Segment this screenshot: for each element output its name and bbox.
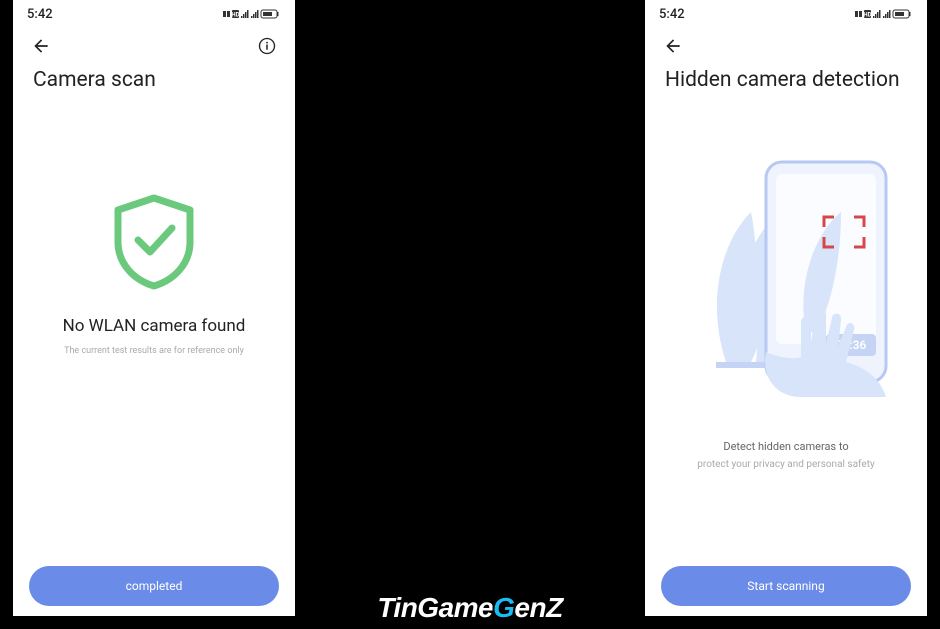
watermark-part2: G <box>493 592 514 623</box>
watermark-part3: enZ <box>514 592 562 623</box>
info-button[interactable] <box>253 32 281 60</box>
status-time: 5:42 <box>27 7 53 22</box>
watermark-part1: TinGame <box>377 592 493 623</box>
content-area: No WLAN camera found The current test re… <box>13 92 295 556</box>
nav-bar <box>645 28 927 64</box>
result-subtitle: The current test results are for referen… <box>64 346 244 356</box>
phone-screen-left: 5:42 HD <box>13 0 295 616</box>
svg-text:HD: HD <box>231 12 239 19</box>
svg-text:HD: HD <box>863 12 871 19</box>
shield-check-icon <box>108 192 200 296</box>
status-bar: 5:42 HD <box>645 0 927 28</box>
button-label: completed <box>126 579 183 593</box>
back-button[interactable] <box>659 32 687 60</box>
status-time: 5:42 <box>659 7 685 22</box>
content-area: 02:36 Detect hidden cameras to protect y… <box>645 92 927 556</box>
completed-button[interactable]: completed <box>29 566 279 606</box>
description-line-2: protect your privacy and personal safety <box>697 459 874 470</box>
info-icon <box>258 37 276 55</box>
description-line-1: Detect hidden cameras to <box>723 440 848 453</box>
status-bar: 5:42 HD <box>13 0 295 28</box>
arrow-left-icon <box>31 36 51 56</box>
start-scanning-button[interactable]: Start scanning <box>661 566 911 606</box>
result-title: No WLAN camera found <box>63 316 246 336</box>
arrow-left-icon <box>663 36 683 56</box>
nav-bar <box>13 28 295 64</box>
back-button[interactable] <box>27 32 55 60</box>
button-label: Start scanning <box>747 579 824 593</box>
detection-illustration: 02:36 <box>666 122 906 402</box>
watermark-logo: TinGameGenZ <box>377 592 562 624</box>
phone-screen-right: 5:42 HD <box>645 0 927 616</box>
status-icons: HD <box>855 8 913 20</box>
status-icons: HD <box>223 8 281 20</box>
